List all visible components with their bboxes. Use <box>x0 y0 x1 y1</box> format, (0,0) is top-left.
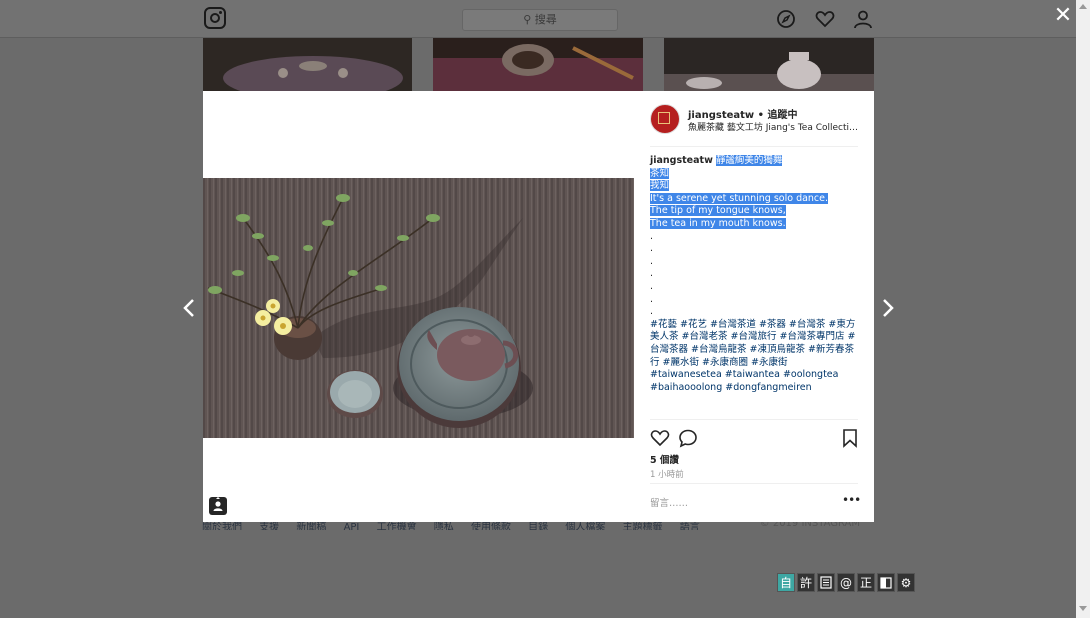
more-options-button[interactable]: ••• <box>842 493 861 511</box>
caption-dot: . <box>650 243 654 255</box>
search-icon: ⚲ <box>523 13 532 26</box>
contrast-icon <box>880 577 892 589</box>
page-scrollbar[interactable] <box>1076 0 1090 618</box>
compass-icon[interactable] <box>776 9 796 29</box>
background-post-thumbnail[interactable] <box>433 38 643 91</box>
close-button[interactable]: ✕ <box>1052 5 1074 27</box>
instagram-logo-icon[interactable] <box>204 7 226 29</box>
comment-section: ••• <box>650 483 861 523</box>
comment-input[interactable] <box>650 494 830 512</box>
post-header: jiangsteatw • 追蹤中 魚麗茶藏 藝文工坊 Jiang's Tea … <box>650 102 860 147</box>
footer-link[interactable]: 關於我們 <box>202 522 242 530</box>
ext-button-xu[interactable]: 許 <box>797 573 815 592</box>
caption-dot: . <box>650 255 654 267</box>
caption-line: The tip of my tongue knows, <box>650 205 786 217</box>
caption-dot: . <box>650 268 654 280</box>
footer-link[interactable]: API <box>344 522 360 530</box>
post-caption: jiangsteatw 靜謐絢美的獨舞 茶知 我知 It's a serene … <box>650 155 860 394</box>
background-post-thumbnail[interactable] <box>664 38 874 91</box>
caption-line: The tea in my mouth knows. <box>650 217 786 229</box>
scroll-down-icon[interactable] <box>1079 606 1087 611</box>
post-timestamp[interactable]: 1 小時前 <box>650 468 684 480</box>
caption-line: It's a serene yet stunning solo dance. <box>650 192 829 204</box>
hashtags-chinese[interactable]: #花藝 #花艺 #台灣茶道 #茶器 #台灣茶 #東方美人茶 #台灣老茶 #台灣旅… <box>650 319 855 368</box>
post-actions: 5 個讚 1 小時前 <box>650 419 858 484</box>
chevron-right-icon <box>883 299 894 317</box>
like-heart-icon[interactable] <box>650 428 670 448</box>
footer-link[interactable]: 目錄 <box>528 522 548 530</box>
document-icon <box>820 576 832 589</box>
previous-post-button[interactable] <box>181 296 197 320</box>
caption-dot: . <box>650 230 654 242</box>
caption-line: 靜謐絢美的獨舞 <box>715 155 783 166</box>
hashtags-english[interactable]: #taiwanesetea #taiwantea #oolongtea #bai… <box>650 369 838 393</box>
ext-button-settings[interactable]: ⚙ <box>897 573 915 592</box>
caption-username[interactable]: jiangsteatw <box>650 155 713 166</box>
footer-link[interactable]: 新聞稿 <box>296 522 326 530</box>
post-photo[interactable] <box>203 178 634 438</box>
bookmark-icon[interactable] <box>840 428 860 448</box>
avatar[interactable] <box>650 104 680 134</box>
background-header: ⚲ 搜尋 <box>0 0 1076 38</box>
post-sidebar: jiangsteatw • 追蹤中 魚麗茶藏 藝文工坊 Jiang's Tea … <box>634 91 874 522</box>
tagged-people-button[interactable] <box>209 497 227 515</box>
background-post-thumbnail[interactable] <box>203 38 412 91</box>
caption-line: 我知 <box>650 180 670 192</box>
footer-link[interactable]: 支援 <box>259 522 279 530</box>
post-media[interactable] <box>203 91 634 522</box>
ext-button-auto[interactable]: 自 <box>777 573 795 592</box>
extension-toolbar: 自 許 @ 正 ⚙ <box>777 573 915 592</box>
footer-link[interactable]: 工作機會 <box>377 522 417 530</box>
caption-dot: . <box>650 280 654 292</box>
close-icon: ✕ <box>1053 3 1073 28</box>
post-author: jiangsteatw • 追蹤中 <box>688 106 798 121</box>
ext-button-document[interactable] <box>817 573 835 592</box>
search-placeholder: 搜尋 <box>534 13 557 26</box>
caption-dot: . <box>650 293 654 305</box>
footer-link[interactable]: 主題標籤 <box>623 522 663 530</box>
ext-button-at[interactable]: @ <box>837 573 855 592</box>
caption-dot: . <box>650 306 654 318</box>
post-modal: jiangsteatw • 追蹤中 魚麗茶藏 藝文工坊 Jiang's Tea … <box>203 91 874 522</box>
post-location[interactable]: 魚麗茶藏 藝文工坊 Jiang's Tea Collection <box>688 120 860 133</box>
search-input[interactable]: ⚲ 搜尋 <box>462 9 618 31</box>
comment-bubble-icon[interactable] <box>678 428 698 448</box>
next-post-button[interactable] <box>880 296 896 320</box>
person-tag-icon <box>213 497 223 511</box>
footer-link[interactable]: 使用條款 <box>471 522 511 530</box>
scroll-up-icon[interactable] <box>1079 4 1087 9</box>
footer-link[interactable]: 個人檔案 <box>565 522 605 530</box>
ext-button-contrast[interactable] <box>877 573 895 592</box>
heart-icon[interactable] <box>815 9 835 29</box>
footer-link[interactable]: 語言 <box>680 522 700 530</box>
like-count[interactable]: 5 個讚 <box>650 452 679 466</box>
footer-link[interactable]: 隱私 <box>434 522 454 530</box>
profile-icon[interactable] <box>853 9 873 29</box>
ext-button-zheng[interactable]: 正 <box>857 573 875 592</box>
caption-line: 茶知 <box>650 167 670 179</box>
chevron-left-icon <box>183 299 194 317</box>
